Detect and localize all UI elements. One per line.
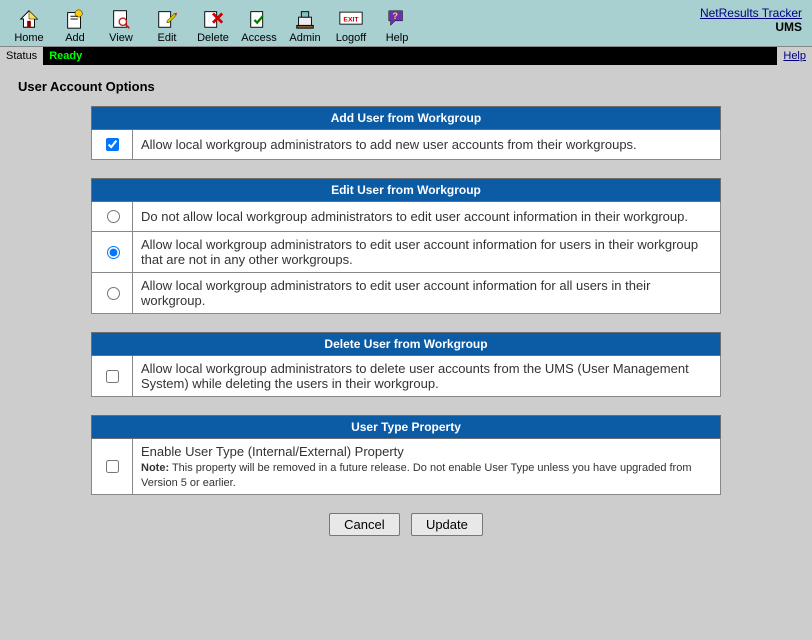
admin-label: Admin	[289, 32, 320, 44]
view-icon	[109, 7, 133, 31]
admin-icon	[293, 7, 317, 31]
usertype-cell: Enable User Type (Internal/External) Pro…	[133, 439, 721, 495]
home-button[interactable]: Home	[6, 7, 52, 46]
app-name-link[interactable]: NetResults Tracker	[700, 6, 802, 20]
section-user-type: User Type Property Enable User Type (Int…	[91, 415, 721, 495]
home-icon	[17, 7, 41, 31]
access-button[interactable]: Access	[236, 7, 282, 46]
usertype-note-label: Note:	[141, 462, 169, 474]
access-label: Access	[241, 32, 276, 44]
section-edit-user: Edit User from Workgroup Do not allow lo…	[91, 178, 721, 314]
edit-opt3-radio[interactable]	[107, 287, 120, 300]
update-button[interactable]: Update	[411, 513, 483, 536]
section-add-header: Add User from Workgroup	[92, 107, 721, 130]
help-label: Help	[386, 32, 409, 44]
delete-button[interactable]: Delete	[190, 7, 236, 46]
add-allow-label: Allow local workgroup administrators to …	[133, 130, 721, 160]
section-usertype-header: User Type Property	[92, 416, 721, 439]
section-delete-user: Delete User from Workgroup Allow local w…	[91, 332, 721, 397]
edit-opt1-label: Do not allow local workgroup administrat…	[133, 202, 721, 232]
home-label: Home	[14, 32, 43, 44]
section-add-user: Add User from Workgroup Allow local work…	[91, 106, 721, 160]
edit-label: Edit	[158, 32, 177, 44]
add-button[interactable]: Add	[52, 7, 98, 46]
section-edit-header: Edit User from Workgroup	[92, 179, 721, 202]
edit-opt2-label: Allow local workgroup administrators to …	[133, 232, 721, 273]
svg-text:EXIT: EXIT	[343, 17, 359, 24]
usertype-note: Note: This property will be removed in a…	[141, 462, 692, 489]
access-icon	[247, 7, 271, 31]
admin-button[interactable]: Admin	[282, 7, 328, 46]
add-label: Add	[65, 32, 85, 44]
usertype-enable-label: Enable User Type (Internal/External) Pro…	[141, 444, 404, 459]
edit-opt3-label: Allow local workgroup administrators to …	[133, 273, 721, 314]
edit-opt1-radio[interactable]	[107, 210, 120, 223]
app-branding: NetResults Tracker UMS	[700, 6, 802, 34]
usertype-enable-checkbox[interactable]	[106, 460, 119, 473]
help-icon: ?	[385, 7, 409, 31]
edit-button[interactable]: Edit	[144, 7, 190, 46]
delete-label: Delete	[197, 32, 229, 44]
delete-icon	[201, 7, 225, 31]
content-area: User Account Options Add User from Workg…	[0, 65, 812, 546]
view-label: View	[109, 32, 133, 44]
logoff-label: Logoff	[336, 32, 366, 44]
add-allow-checkbox[interactable]	[106, 138, 119, 151]
view-button[interactable]: View	[98, 7, 144, 46]
cancel-button[interactable]: Cancel	[329, 513, 399, 536]
edit-opt2-radio[interactable]	[107, 246, 120, 259]
page-title: User Account Options	[18, 79, 798, 94]
status-help-link[interactable]: Help	[777, 47, 812, 65]
usertype-note-text: This property will be removed in a futur…	[141, 462, 692, 489]
status-label: Status	[0, 47, 43, 65]
delete-allow-checkbox[interactable]	[106, 370, 119, 383]
delete-allow-label: Allow local workgroup administrators to …	[133, 356, 721, 397]
add-icon	[63, 7, 87, 31]
edit-icon	[155, 7, 179, 31]
svg-text:?: ?	[392, 11, 398, 21]
logoff-button[interactable]: EXIT Logoff	[328, 7, 374, 46]
help-button[interactable]: ? Help	[374, 7, 420, 46]
section-delete-header: Delete User from Workgroup	[92, 333, 721, 356]
app-module: UMS	[775, 20, 802, 34]
status-value: Ready	[43, 47, 88, 65]
top-toolbar: Home Add View Edit Delete Access Admin	[0, 0, 812, 47]
status-bar: Status Ready Help	[0, 47, 812, 65]
exit-icon: EXIT	[339, 7, 363, 31]
button-row: Cancel Update	[14, 513, 798, 536]
